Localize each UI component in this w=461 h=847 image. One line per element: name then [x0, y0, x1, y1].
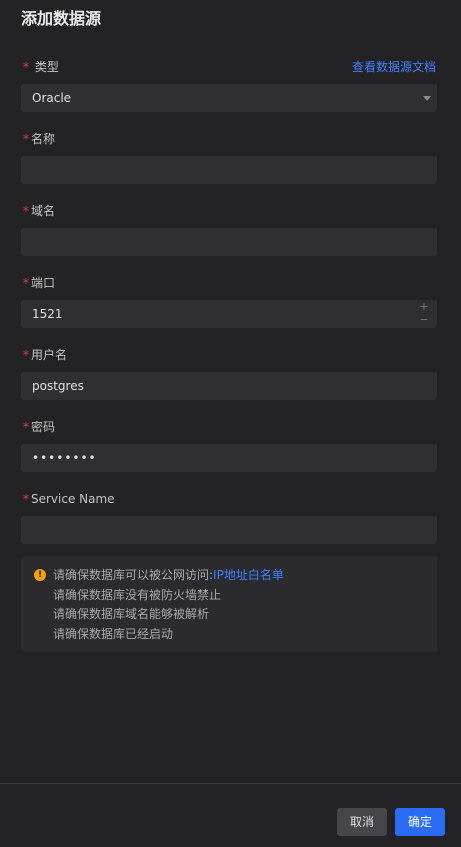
- confirm-button[interactable]: 确定: [395, 808, 445, 836]
- domain-input[interactable]: [21, 228, 437, 256]
- username-input[interactable]: postgres: [21, 372, 437, 400]
- name-input[interactable]: [21, 156, 437, 184]
- required-mark: *: [23, 348, 29, 362]
- type-label-text: 类型: [34, 60, 59, 74]
- notice-line-3: 请确保数据库域名能够被解析: [53, 607, 210, 621]
- password-label-text: 密码: [31, 420, 56, 434]
- dialog-title: 添加数据源: [21, 9, 102, 28]
- port-input[interactable]: 1521 + −: [21, 300, 437, 328]
- connection-notice: ! 请确保数据库可以被公网访问:IP地址白名单 请确保数据库没有被防火墙禁止 请…: [21, 556, 437, 652]
- port-label-text: 端口: [31, 276, 56, 290]
- username-label-text: 用户名: [31, 348, 68, 362]
- port-label: * 端口: [23, 275, 55, 291]
- decrement-icon[interactable]: −: [419, 314, 428, 327]
- required-mark: *: [23, 60, 29, 74]
- ip-whitelist-link[interactable]: IP地址白名单: [213, 568, 284, 582]
- username-label: * 用户名: [23, 347, 67, 363]
- port-stepper[interactable]: + −: [417, 301, 431, 327]
- password-label: * 密码: [23, 419, 55, 435]
- notice-line-1-text: 请确保数据库可以被公网访问:: [53, 568, 214, 582]
- port-value: 1521: [32, 307, 63, 321]
- required-mark: *: [23, 492, 29, 506]
- view-datasource-docs-link[interactable]: 查看数据源文档: [352, 59, 436, 75]
- notice-line-1: 请确保数据库可以被公网访问:IP地址白名单: [53, 567, 284, 583]
- notice-line-2: 请确保数据库没有被防火墙禁止: [53, 588, 222, 602]
- required-mark: *: [23, 132, 29, 146]
- footer-divider: [0, 783, 461, 784]
- service-name-label: * Service Name: [23, 491, 115, 507]
- add-datasource-dialog: 添加数据源 * 类型 查看数据源文档 Oracle * 名称 * 域名 * 端口 15…: [0, 0, 461, 847]
- password-input[interactable]: ••••••••: [21, 444, 437, 472]
- type-label: * 类型: [23, 59, 59, 75]
- required-mark: *: [23, 276, 29, 290]
- notice-line-4: 请确保数据库已经启动: [53, 627, 174, 641]
- service-name-label-text: Service Name: [31, 492, 115, 506]
- chevron-down-icon: [423, 96, 431, 101]
- domain-label: * 域名: [23, 203, 55, 219]
- name-label: * 名称: [23, 131, 55, 147]
- service-name-input[interactable]: [21, 516, 437, 544]
- required-mark: *: [23, 420, 29, 434]
- type-select[interactable]: Oracle: [21, 84, 437, 112]
- name-label-text: 名称: [31, 132, 56, 146]
- required-mark: *: [23, 204, 29, 218]
- type-select-value: Oracle: [32, 91, 72, 105]
- domain-label-text: 域名: [31, 204, 56, 218]
- cancel-button[interactable]: 取消: [337, 808, 387, 836]
- warning-icon: !: [34, 569, 46, 581]
